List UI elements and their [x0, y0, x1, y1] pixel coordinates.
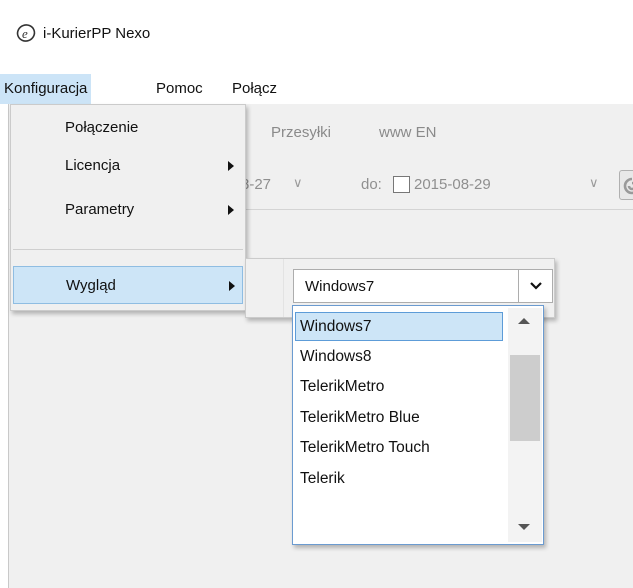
date-to-checkbox[interactable] [393, 176, 410, 193]
menu-item-label: Parametry [65, 201, 135, 218]
tab-www-en[interactable]: www EN [379, 124, 437, 141]
window-title: i-KurierPP Nexo [43, 25, 151, 42]
theme-option-telerikmetro[interactable]: TelerikMetro [295, 372, 503, 401]
scrollbar-thumb[interactable] [510, 355, 540, 441]
menu-item-licencja[interactable]: Licencja [13, 147, 243, 185]
submenu-arrow-icon [229, 281, 235, 291]
theme-options-list[interactable]: Windows7 Windows8 TelerikMetro TelerikMe… [292, 305, 544, 545]
scroll-down-arrow-icon[interactable] [518, 524, 530, 530]
menu-bar: Konfiguracja Pomoc Połącz [0, 74, 633, 104]
tab-przesylki[interactable]: Przesyłki [271, 124, 331, 141]
theme-option-telerikmetro-blue[interactable]: TelerikMetro Blue [295, 403, 503, 432]
list-scrollbar[interactable] [508, 308, 542, 542]
theme-option-telerikmetro-touch[interactable]: TelerikMetro Touch [295, 433, 503, 462]
menu-item-wyglad[interactable]: Wygląd [13, 266, 243, 304]
menu-konfiguracja[interactable]: Konfiguracja [0, 74, 92, 104]
date-from-dropdown-icon[interactable]: ∨ [293, 175, 303, 191]
theme-combobox[interactable]: Windows7 [293, 269, 553, 303]
submenu-arrow-icon [228, 161, 234, 171]
svg-text:e: e [22, 26, 28, 41]
refresh-icon [623, 177, 633, 195]
menu-item-label: Licencja [65, 157, 121, 174]
theme-option-telerik[interactable]: Telerik [295, 464, 503, 493]
menu-item-parametry[interactable]: Parametry [13, 191, 243, 229]
date-to-field[interactable]: 2015-08-29 [414, 176, 491, 193]
menu-polacz[interactable]: Połącz [228, 74, 281, 104]
theme-combobox-value: Windows7 [305, 278, 375, 295]
date-to-dropdown-icon[interactable]: ∨ [589, 175, 599, 191]
date-to-label: do: [361, 176, 382, 193]
theme-option-windows8[interactable]: Windows8 [295, 342, 503, 371]
title-bar: e i-KurierPP Nexo [0, 0, 633, 74]
theme-combobox-button[interactable] [518, 270, 552, 302]
submenu-arrow-icon [228, 205, 234, 215]
menu-item-polaczenie[interactable]: Połączenie [13, 109, 243, 147]
scroll-up-arrow-icon[interactable] [518, 318, 530, 324]
app-logo-icon: e [16, 24, 36, 42]
chevron-down-icon [530, 282, 542, 290]
menu-pomoc[interactable]: Pomoc [152, 74, 207, 104]
submenu-gutter [283, 259, 284, 317]
menu-item-label: Wygląd [66, 277, 116, 294]
theme-option-windows7[interactable]: Windows7 [295, 312, 503, 341]
menu-separator [13, 249, 243, 250]
konfiguracja-dropdown-menu: Połączenie Licencja Parametry Wygląd [10, 104, 246, 311]
menu-item-label: Połączenie [65, 119, 139, 136]
refresh-button[interactable] [619, 170, 633, 200]
